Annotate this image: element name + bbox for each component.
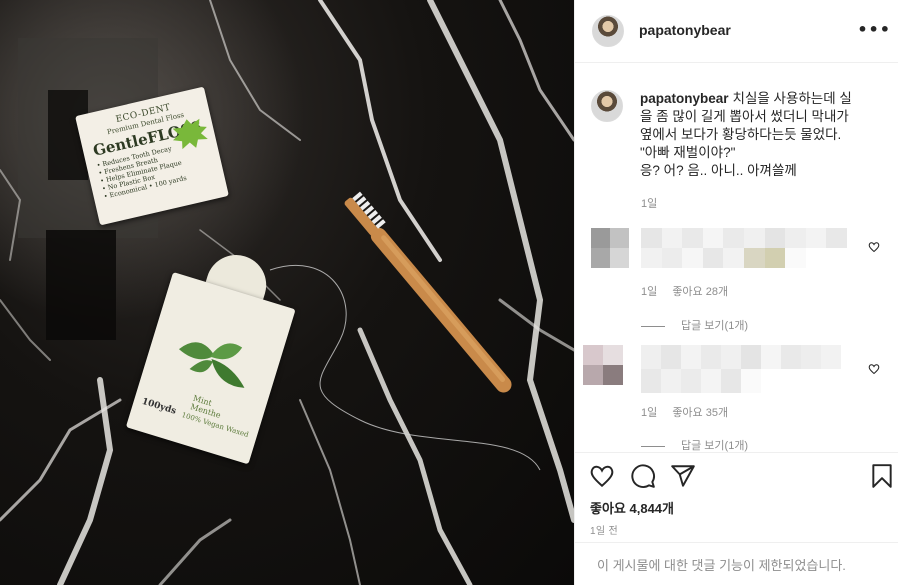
caption: papatonybear 치실을 사용하는데 실 을 좀 많이 길게 뽑아서 썼더… (640, 90, 892, 180)
heart-icon[interactable] (868, 241, 880, 253)
view-replies-button[interactable]: 답글 보기(1개) (641, 437, 748, 453)
heart-icon[interactable] (868, 363, 880, 375)
post-sidebar: papatonybear ••• papatonybear 치실을 사용하는데 실… (574, 0, 898, 585)
comment-time: 1일 (641, 286, 658, 298)
ellipsis-icon[interactable]: ••• (857, 20, 891, 39)
mint-leaf-icon (178, 342, 245, 388)
header-username[interactable]: papatonybear (639, 22, 731, 38)
view-replies-label[interactable]: 답글 보기(1개) (681, 440, 748, 452)
caption-username[interactable]: papatonybear (640, 91, 729, 106)
post-photo[interactable]: ECO-DENT Premium Dental Floss GentleFLOS… (0, 0, 574, 585)
view-replies-label[interactable]: 답글 보기(1개) (681, 320, 748, 332)
replies-divider (641, 325, 665, 327)
share-icon[interactable] (670, 463, 696, 489)
comments-disabled-notice: 이 게시물에 대한 댓글 기능이 제한되었습니다. (575, 542, 898, 585)
comment-icon[interactable] (630, 463, 656, 489)
caption-time: 1일 (641, 198, 658, 210)
post-time: 1일 전 (590, 526, 618, 537)
avatar[interactable] (591, 90, 623, 122)
heart-icon[interactable] (589, 463, 615, 489)
comment-likes[interactable]: 좋아요 35개 (672, 407, 728, 419)
box-length: 100yds (140, 396, 178, 417)
action-bar: 좋아요 4,844개 1일 전 (575, 452, 898, 542)
comment-meta: 1일 좋아요 35개 (641, 404, 740, 420)
blurred-avatar (591, 228, 629, 268)
comment-likes[interactable]: 좋아요 28개 (672, 286, 728, 298)
comment-time: 1일 (641, 407, 658, 419)
blurred-avatar (583, 345, 623, 385)
view-replies-button[interactable]: 답글 보기(1개) (641, 317, 748, 333)
blurred-comment-text (641, 228, 847, 268)
comment-meta: 1일 좋아요 28개 (641, 283, 740, 299)
post-header: papatonybear ••• (575, 0, 898, 63)
blurred-comment-text (641, 345, 841, 393)
bookmark-icon[interactable] (869, 463, 895, 489)
replies-divider (641, 445, 665, 447)
avatar[interactable] (592, 15, 624, 47)
likes-count[interactable]: 좋아요 4,844개 (590, 498, 674, 517)
